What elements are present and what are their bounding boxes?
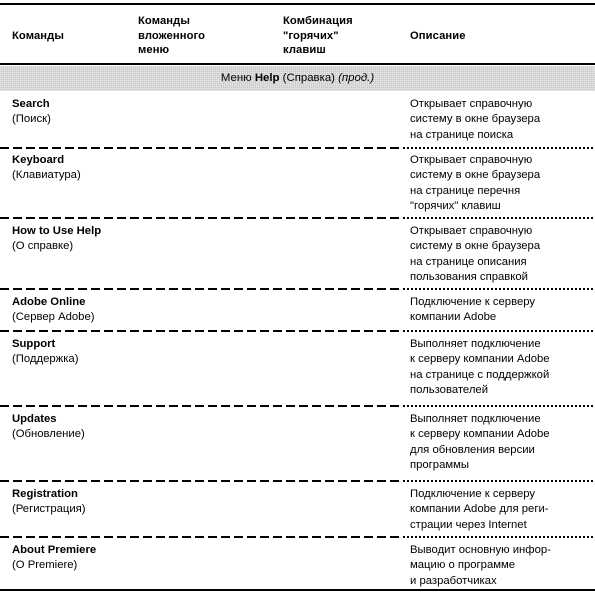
description-cell: Подключение к серверу компании Adobe для…	[410, 487, 590, 533]
row-separator	[0, 288, 595, 290]
command-name-cell: About Premiere (O Premiere)	[12, 543, 132, 573]
table-top-border	[0, 3, 595, 5]
description-line: Выполняет подключение	[410, 338, 541, 350]
description-line: систему в окне браузера	[410, 169, 541, 182]
description-line: к серверу компании Adobe	[410, 353, 550, 366]
column-header-hotkeys: Комбинация "горячих" клавиш	[283, 14, 403, 58]
command-name-en: Updates	[12, 413, 57, 425]
row-separator	[0, 536, 595, 538]
description-line: программы	[410, 459, 470, 472]
description-line: компании Adobe	[410, 311, 497, 324]
command-name-en: Keyboard	[12, 154, 65, 166]
command-name-ru: (Поиск)	[12, 113, 51, 126]
column-header-hotkeys-line-3: клавиш	[283, 44, 326, 56]
description-line: страции через Internet	[410, 518, 527, 531]
command-name-cell: Keyboard (Клавиатура)	[12, 153, 132, 183]
column-header-description-line-1: Описание	[410, 30, 466, 42]
description-line: мацию о программе	[410, 559, 516, 572]
section-band-help-menu: Меню Help (Справка) (прод.)	[0, 66, 595, 91]
section-band-continued: (прод.)	[338, 72, 375, 84]
section-band-translation: (Справка)	[279, 72, 339, 84]
column-header-submenu-commands: Команды вложенного меню	[138, 14, 278, 58]
description-line: компании Adobe для реги-	[410, 503, 549, 516]
description-line: Выполняет подключение	[410, 413, 541, 425]
description-line: для обновления версии	[410, 443, 535, 456]
column-header-hotkeys-line-2: "горячих"	[283, 29, 339, 42]
command-name-ru: (Регистрация)	[12, 503, 86, 516]
command-name-ru: (Обновление)	[12, 428, 85, 441]
command-name-ru: (Клавиатура)	[12, 169, 81, 182]
command-name-cell: Support (Поддержка)	[12, 337, 132, 367]
command-name-ru: (Поддержка)	[12, 353, 79, 366]
row-separator	[0, 217, 595, 219]
row-separator	[0, 330, 595, 332]
description-line: на странице поиска	[410, 128, 514, 141]
command-name-ru: (О справке)	[12, 240, 74, 253]
command-name-cell: Updates (Обновление)	[12, 412, 132, 442]
table-header-row: Команды Команды вложенного меню Комбинац…	[0, 8, 595, 62]
header-bottom-border	[0, 63, 595, 65]
section-band-label: Меню Help (Справка) (прод.)	[0, 66, 595, 91]
description-cell: Открывает справочную систему в окне брау…	[410, 97, 590, 143]
help-menu-commands-table: Команды Команды вложенного меню Комбинац…	[0, 0, 595, 596]
description-line: на странице перечня	[410, 184, 521, 197]
command-name-en: Support	[12, 338, 56, 350]
command-name-en: How to Use Help	[12, 225, 102, 237]
description-line: Подключение к серверу	[410, 296, 536, 308]
column-header-description: Описание	[410, 29, 585, 44]
description-line: пользования справкой	[410, 271, 528, 284]
command-name-cell: Adobe Online (Сервер Adobe)	[12, 295, 132, 325]
description-line: на странице описания	[410, 255, 527, 268]
row-separator	[0, 147, 595, 149]
section-band-menu-name: Help	[254, 72, 280, 84]
section-band-prefix: Меню	[220, 72, 255, 84]
column-header-submenu-line-2: вложенного	[138, 29, 206, 42]
column-header-submenu-line-3: меню	[138, 44, 170, 56]
description-cell: Подключение к серверу компании Adobe	[410, 295, 590, 326]
table-bottom-border	[0, 589, 595, 591]
description-line: Открывает справочную	[410, 154, 533, 166]
description-line: Открывает справочную	[410, 225, 533, 237]
description-cell: Открывает справочную систему в окне брау…	[410, 153, 590, 215]
command-name-cell: How to Use Help (О справке)	[12, 224, 132, 254]
description-line: Открывает справочную	[410, 98, 533, 110]
description-line: пользователей	[410, 384, 489, 397]
description-line: и разработчиках	[410, 574, 497, 587]
description-line: систему в окне браузера	[410, 113, 541, 126]
command-name-en: Adobe Online	[12, 296, 86, 308]
description-line: Выводит основную инфор-	[410, 544, 551, 556]
command-name-cell: Registration (Регистрация)	[12, 487, 132, 517]
description-line: к серверу компании Adobe	[410, 428, 550, 441]
command-name-en: Search	[12, 98, 50, 110]
description-line: на странице с поддержкой	[410, 368, 550, 381]
command-name-ru: (Сервер Adobe)	[12, 311, 95, 324]
column-header-hotkeys-line-1: Комбинация	[283, 15, 353, 27]
description-cell: Выводит основную инфор- мацию о программ…	[410, 543, 590, 589]
column-header-submenu-line-1: Команды	[138, 15, 190, 27]
row-separator	[0, 405, 595, 407]
description-line: систему в окне браузера	[410, 240, 541, 253]
description-line: Подключение к серверу	[410, 488, 536, 500]
description-cell: Открывает справочную систему в окне брау…	[410, 224, 590, 286]
column-header-commands-line-1: Команды	[12, 30, 64, 42]
command-name-cell: Search (Поиск)	[12, 97, 132, 127]
command-name-en: Registration	[12, 488, 78, 500]
description-line: "горячих" клавиш	[410, 200, 501, 213]
description-cell: Выполняет подключение к серверу компании…	[410, 412, 590, 474]
column-header-commands: Команды	[12, 29, 132, 44]
command-name-ru: (O Premiere)	[12, 559, 78, 572]
description-cell: Выполняет подключение к серверу компании…	[410, 337, 590, 399]
row-separator	[0, 480, 595, 482]
command-name-en: About Premiere	[12, 544, 97, 556]
